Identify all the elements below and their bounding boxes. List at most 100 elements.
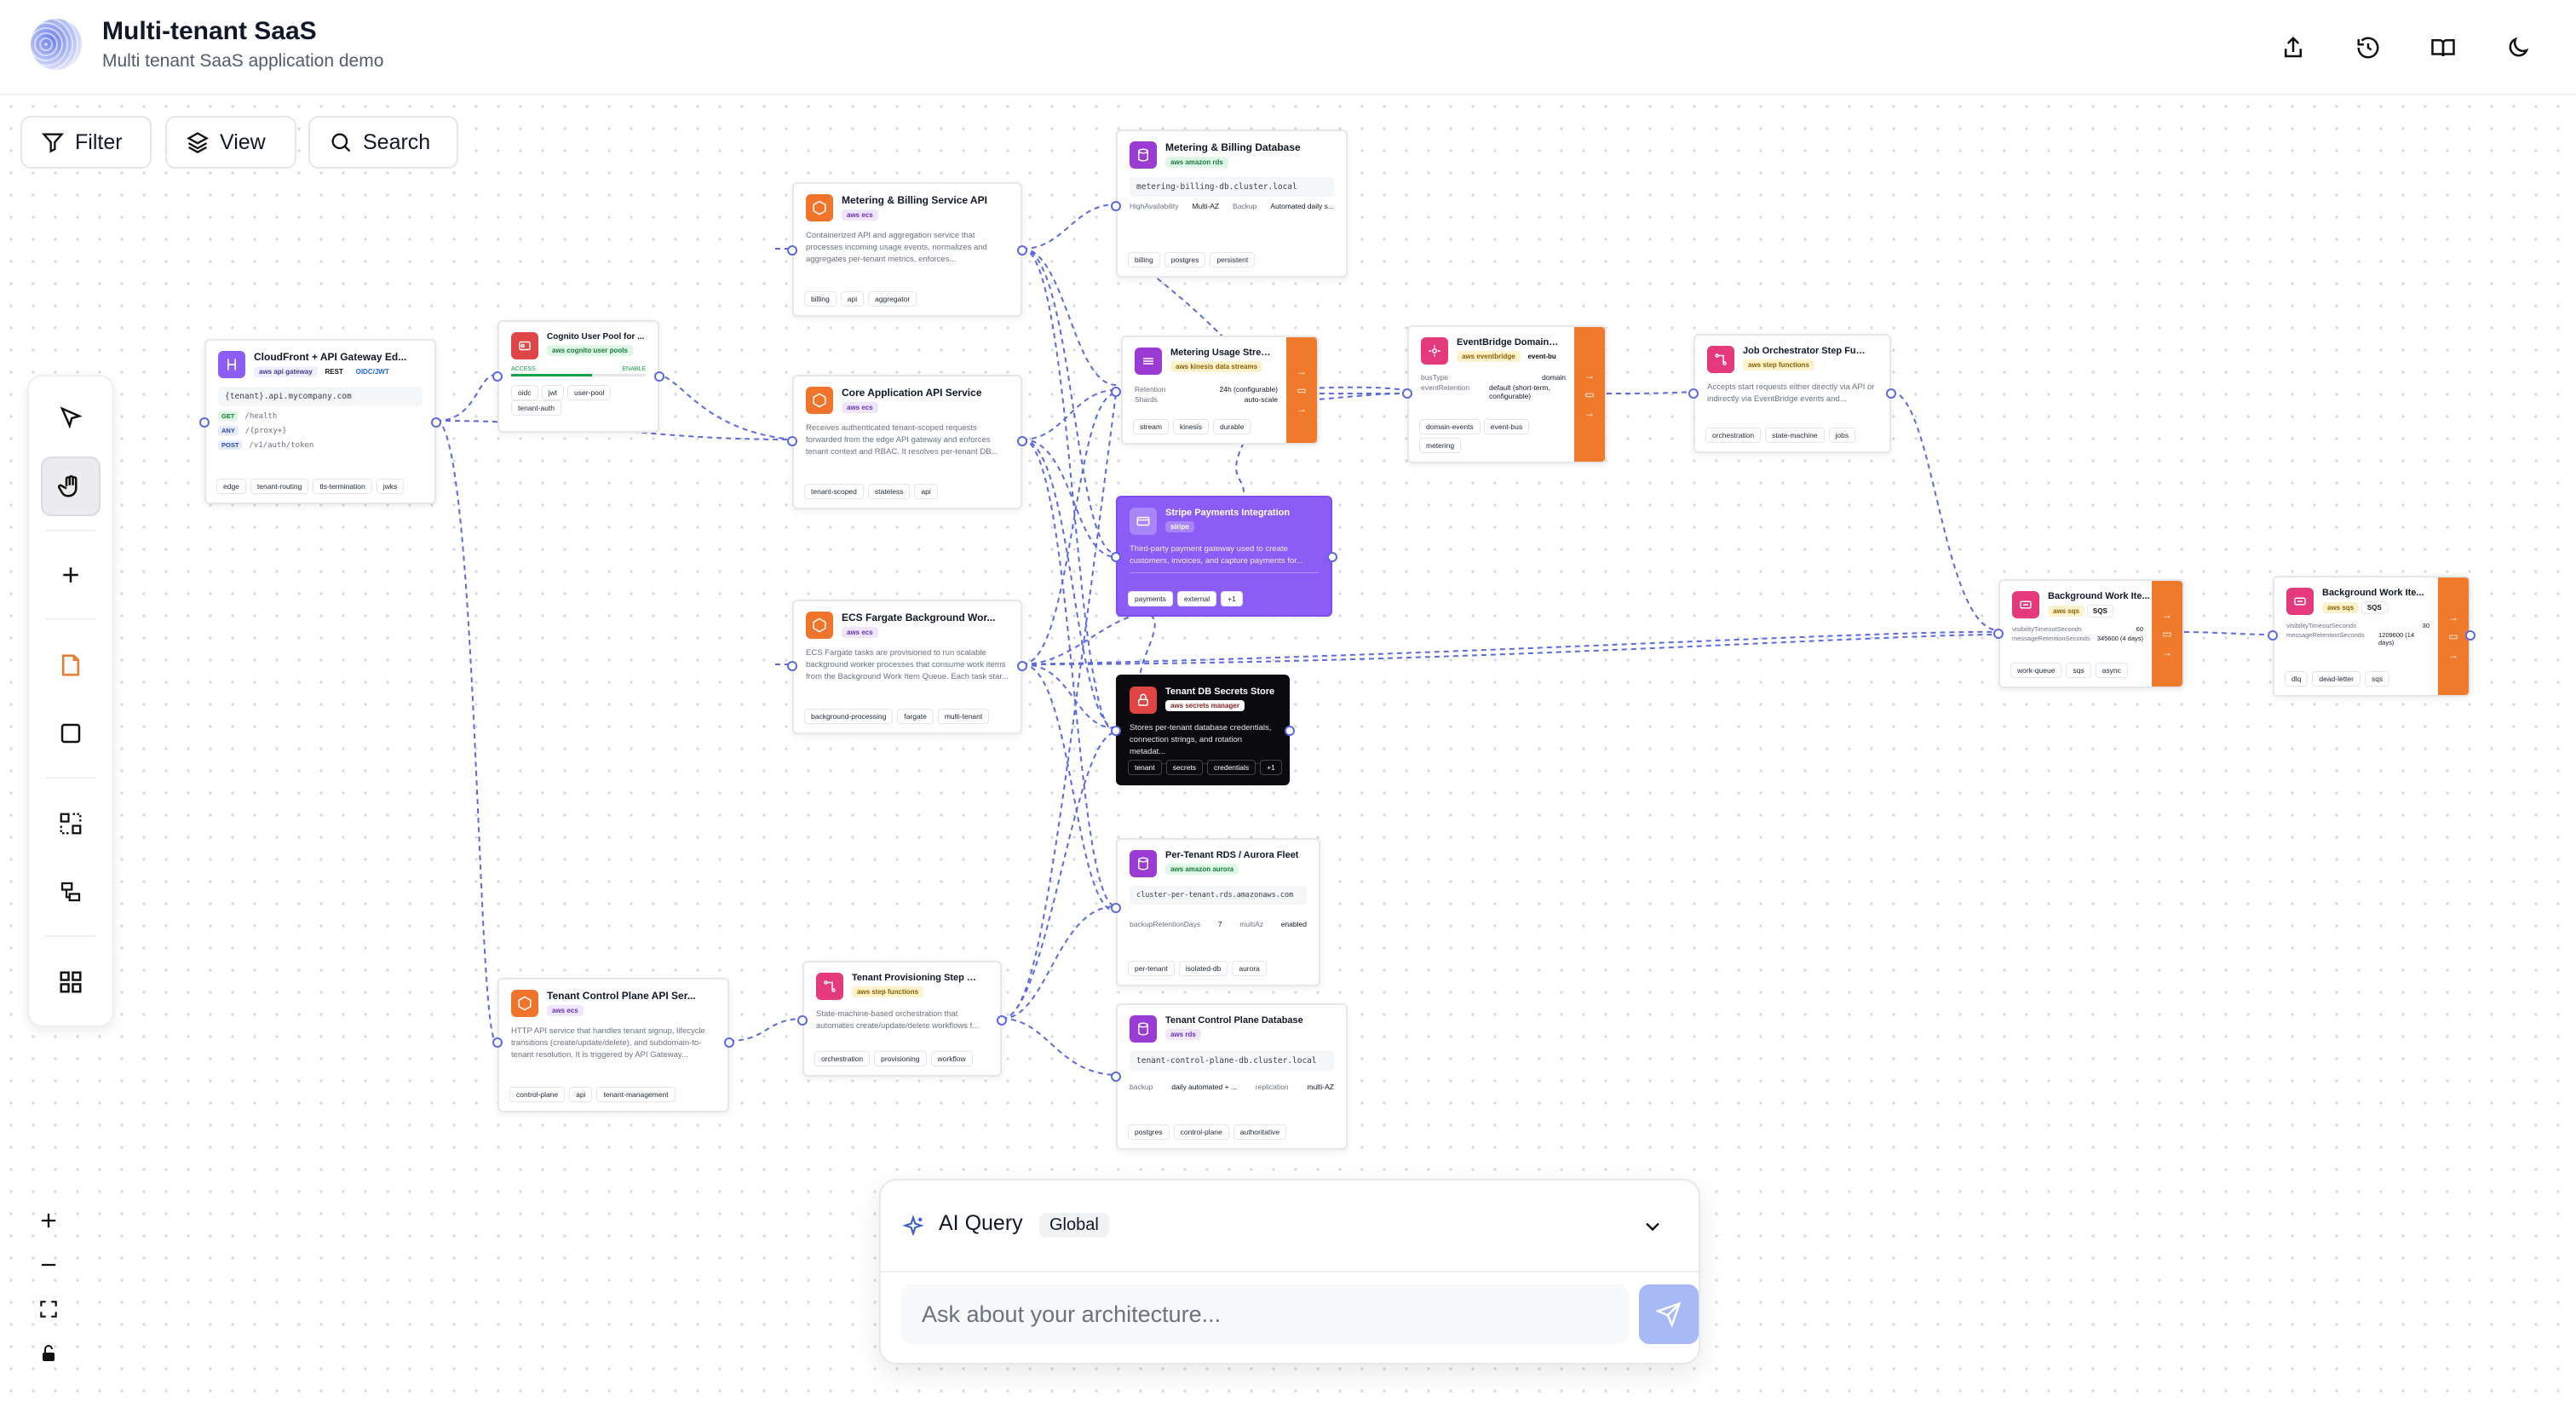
route-row: ANY/{proxy+} xyxy=(218,426,423,435)
connection-handle[interactable] xyxy=(1111,387,1121,397)
node-tenant-control-plane-api[interactable]: Tenant Control Plane API Ser... aws ecs … xyxy=(497,978,729,1112)
node-job-orchestrator-step-functions[interactable]: Job Orchestrator Step Functi... aws step… xyxy=(1693,334,1891,453)
node-tenant-provisioning-step-functions[interactable]: Tenant Provisioning Step Fun... aws step… xyxy=(802,961,1002,1077)
connection-handle[interactable] xyxy=(1688,388,1699,399)
connection-handle[interactable] xyxy=(1327,552,1337,562)
queue-action-bar[interactable]: → ▭ → xyxy=(2152,581,2182,687)
connection-handle[interactable] xyxy=(1285,726,1295,736)
note-icon[interactable] xyxy=(41,635,101,695)
connection-handle[interactable] xyxy=(2465,630,2475,641)
plus-icon[interactable] xyxy=(41,545,101,605)
connection-handle[interactable] xyxy=(724,1037,734,1048)
connection-handle[interactable] xyxy=(1017,245,1027,256)
connection-handle[interactable] xyxy=(797,1015,808,1026)
connection-handle[interactable] xyxy=(492,1037,503,1048)
tag-list: control-plane api tenant-management xyxy=(509,1087,676,1102)
connection-handle[interactable] xyxy=(654,371,664,382)
message-icon: ▭ xyxy=(1584,388,1595,400)
connection-handle[interactable] xyxy=(1111,201,1121,211)
connection-handle[interactable] xyxy=(1017,661,1027,671)
service-badge: stripe xyxy=(1165,521,1194,532)
connection-handle[interactable] xyxy=(787,245,797,256)
history-icon[interactable] xyxy=(2351,31,2385,65)
hand-icon[interactable] xyxy=(41,457,101,516)
connection-handle[interactable] xyxy=(1111,552,1121,562)
tag-list: postgres control-plane authoritative xyxy=(1128,1124,1287,1140)
connection-handle[interactable] xyxy=(1402,388,1412,399)
layout-icon[interactable] xyxy=(41,862,101,922)
app-logo xyxy=(31,19,82,70)
moon-icon[interactable] xyxy=(2501,31,2535,65)
eventbridge-action-bar[interactable]: → ▭ → xyxy=(1574,327,1605,462)
connection-handle[interactable] xyxy=(787,661,797,671)
fit-view-icon[interactable] xyxy=(29,1290,68,1329)
node-background-work-queue[interactable]: Background Work Ite... aws sqs SQS visib… xyxy=(1998,579,2184,688)
send-button[interactable] xyxy=(1639,1284,1699,1344)
connection-handle[interactable] xyxy=(1111,726,1121,736)
node-per-tenant-rds-fleet[interactable]: Per-Tenant RDS / Aurora Fleet aws amazon… xyxy=(1116,838,1320,986)
node-stripe-payments[interactable]: Stripe Payments Integration stripe Third… xyxy=(1116,496,1332,617)
node-eventbridge-domain-bus[interactable]: EventBridge Domain ... aws eventbridge e… xyxy=(1407,325,1607,463)
connection-handle[interactable] xyxy=(1886,388,1896,399)
node-cognito-user-pool[interactable]: Cognito User Pool for ... aws cognito us… xyxy=(497,320,659,433)
connection-handle[interactable] xyxy=(1017,436,1027,446)
tag-list: tenant-scoped stateless api xyxy=(804,484,938,499)
node-cloudfront-api-gateway[interactable]: CloudFront + API Gateway Ed... aws api g… xyxy=(204,339,436,504)
ai-query-header[interactable]: AI Query Global xyxy=(881,1181,1699,1273)
node-description: Accepts start requests either directly v… xyxy=(1707,382,1875,404)
rds-icon xyxy=(1130,141,1157,169)
grid-icon[interactable] xyxy=(41,952,101,1012)
connection-handle[interactable] xyxy=(1993,629,2004,639)
ai-query-input[interactable] xyxy=(901,1284,1629,1344)
node-title: Core Application API Service xyxy=(842,387,982,399)
service-badge: aws kinesis data streams xyxy=(1170,361,1263,372)
node-metering-usage-stream[interactable]: Metering Usage Stream aws kinesis data s… xyxy=(1121,336,1319,445)
stream-action-bar[interactable]: → ▭ → xyxy=(1286,337,1317,443)
filter-button[interactable]: Filter xyxy=(20,116,152,169)
search-icon xyxy=(331,133,351,152)
dlq-action-bar[interactable]: → ▭ → xyxy=(2438,577,2469,695)
service-badge: aws amazon aurora xyxy=(1165,864,1239,875)
zoom-out-icon[interactable] xyxy=(29,1245,68,1284)
share-icon[interactable] xyxy=(2276,31,2310,65)
search-label: Search xyxy=(363,129,431,154)
rectangle-icon[interactable] xyxy=(41,704,101,763)
property-row: HighAvailability Multi-AZ Backup Automated … xyxy=(1130,202,1334,210)
group-icon[interactable] xyxy=(41,794,101,853)
node-title: Background Work Ite... xyxy=(2048,591,2150,601)
book-icon[interactable] xyxy=(2426,31,2460,65)
node-background-work-dlq[interactable]: Background Work Ite... aws sqs SQS visib… xyxy=(2273,576,2470,697)
view-button[interactable]: View xyxy=(165,116,296,169)
node-metering-billing-api[interactable]: Metering & Billing Service API aws ecs C… xyxy=(792,182,1022,317)
node-tenant-db-secrets[interactable]: Tenant DB Secrets Store aws secrets mana… xyxy=(1116,675,1290,785)
connection-handle[interactable] xyxy=(1111,1072,1121,1082)
auth-badge: OIDC/JWT xyxy=(350,366,394,377)
tag-list: per-tenant isolated-db aurora xyxy=(1128,961,1267,976)
scope-chip[interactable]: Global xyxy=(1039,1213,1109,1238)
node-ecs-fargate-workers[interactable]: ECS Fargate Background Wor... aws ecs EC… xyxy=(792,600,1022,734)
connection-handle[interactable] xyxy=(431,417,441,428)
node-title: Per-Tenant RDS / Aurora Fleet xyxy=(1165,850,1299,860)
search-button[interactable]: Search xyxy=(308,116,458,169)
tag-list: dlq dead-letter sqs xyxy=(2285,671,2390,687)
connection-handle[interactable] xyxy=(997,1015,1007,1026)
step-functions-icon xyxy=(1707,346,1734,373)
pointer-icon[interactable] xyxy=(41,388,101,448)
node-title: Background Work Ite... xyxy=(2322,588,2424,598)
node-tenant-control-plane-database[interactable]: Tenant Control Plane Database aws rds te… xyxy=(1116,1003,1348,1150)
connection-handle[interactable] xyxy=(492,371,503,382)
service-badge: aws cognito user pools xyxy=(547,345,633,356)
node-core-application-api[interactable]: Core Application API Service aws ecs Rec… xyxy=(792,375,1022,509)
chevron-down-icon[interactable] xyxy=(1641,1215,1665,1243)
node-description: State-machine-based orchestration that a… xyxy=(816,1009,980,1031)
connection-handle[interactable] xyxy=(199,417,210,428)
route-row: POST/v1/auth/token xyxy=(218,440,423,450)
service-badge: aws step functions xyxy=(852,986,924,997)
node-metering-billing-database[interactable]: Metering & Billing Database aws amazon r… xyxy=(1116,129,1348,278)
zoom-in-icon[interactable] xyxy=(29,1201,68,1240)
connection-handle[interactable] xyxy=(2268,630,2278,641)
node-title: CloudFront + API Gateway Ed... xyxy=(254,351,407,363)
connection-handle[interactable] xyxy=(787,436,797,446)
lock-icon[interactable] xyxy=(29,1334,68,1373)
connection-handle[interactable] xyxy=(1111,903,1121,913)
